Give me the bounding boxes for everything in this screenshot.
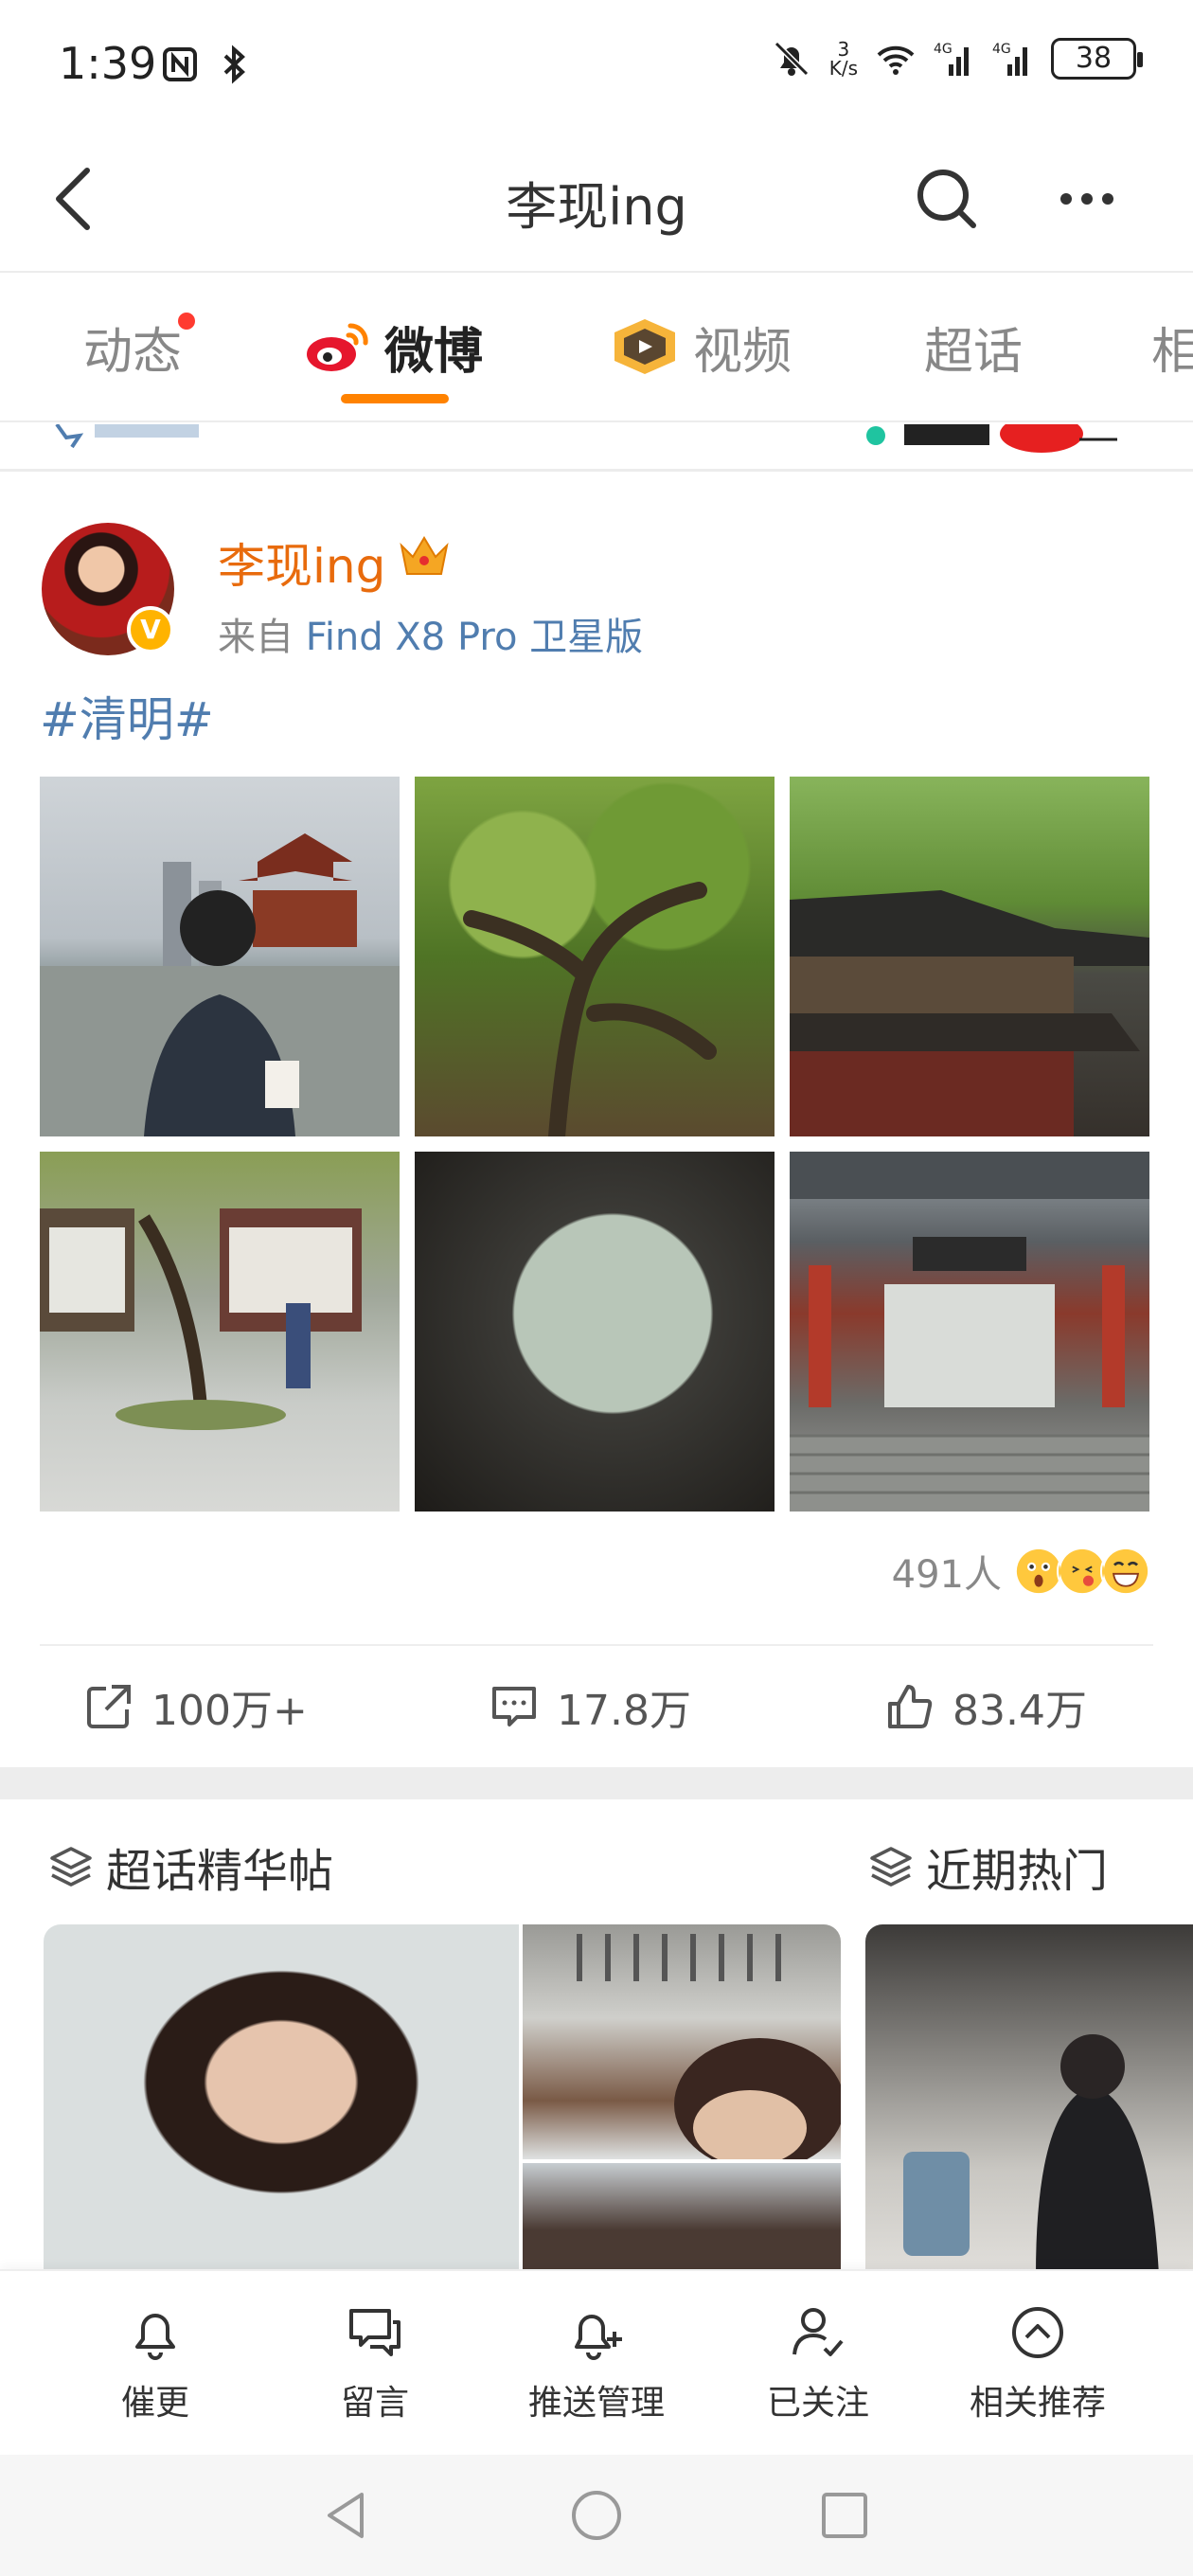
section-separator	[0, 1767, 1193, 1799]
bluetooth-icon	[223, 45, 245, 84]
svg-text:4G: 4G	[992, 42, 1011, 57]
top-nav-bar: 李现ing	[0, 133, 1193, 273]
tab-video[interactable]: 视频	[610, 309, 792, 385]
wifi-icon	[877, 45, 915, 75]
photo-4[interactable]	[40, 1152, 400, 1512]
recent-hot-image-1-scene	[903, 2034, 1159, 2275]
video-badge-icon	[614, 319, 675, 374]
system-navigation-bar	[0, 2455, 1193, 2576]
device-link[interactable]: Find X8 Pro 卫星版	[306, 616, 643, 659]
more-options-icon[interactable]	[1049, 161, 1125, 237]
verified-badge: V	[127, 606, 174, 653]
urge-update-button[interactable]: 催更	[61, 2301, 250, 2424]
post-source: 来自 Find X8 Pro 卫星版	[218, 616, 644, 659]
photo-1-scene	[40, 833, 400, 1136]
signal-4g-icon-2: 4G	[992, 42, 1027, 76]
nav-recents-icon[interactable]	[816, 2487, 873, 2544]
photo-5[interactable]	[415, 1152, 775, 1512]
photo-1[interactable]	[40, 777, 400, 1136]
super-topic-image-1[interactable]	[44, 1924, 519, 2275]
recent-hot-image-1[interactable]	[865, 1924, 1193, 2275]
nfc-icon	[163, 47, 197, 81]
photo-3[interactable]	[790, 777, 1149, 1136]
page-title: 李现ing	[506, 177, 687, 237]
tab-related[interactable]: 相	[1151, 309, 1193, 385]
topic-hashtag[interactable]: #清明#	[40, 682, 214, 750]
bell-plus-icon	[575, 2315, 622, 2360]
nav-home-icon[interactable]	[568, 2487, 625, 2544]
share-icon	[87, 1685, 131, 1728]
search-icon[interactable]	[909, 161, 985, 237]
leave-message-button[interactable]: 留言	[280, 2301, 470, 2424]
related-recommend-button[interactable]: 相关推荐	[943, 2301, 1132, 2424]
photo-6[interactable]	[790, 1152, 1149, 1512]
mute-bell-icon	[774, 41, 809, 77]
grin-emoji-icon	[1100, 1546, 1151, 1597]
super-topic-image-2-scene	[577, 1934, 841, 2159]
repost-button[interactable]: 100万+	[83, 1676, 308, 1737]
layers-icon	[50, 1847, 92, 1887]
reaction-count: 491人	[891, 1553, 1002, 1597]
photo-2[interactable]	[415, 777, 775, 1136]
divider	[40, 1644, 1153, 1646]
tab-super-topic[interactable]: 超话	[924, 309, 1023, 385]
crown-icon	[400, 536, 449, 575]
tab-dynamics[interactable]: 动态	[83, 309, 196, 385]
comment-button[interactable]: 17.8万	[489, 1676, 691, 1737]
unread-dot	[178, 313, 196, 330]
bell-icon	[135, 2314, 175, 2360]
super-topic-header[interactable]: 超话精华帖	[47, 1834, 333, 1900]
message-icon	[349, 2309, 401, 2356]
nav-back-icon[interactable]	[318, 2487, 375, 2544]
partial-banner	[0, 424, 1193, 472]
svg-text:4G: 4G	[934, 42, 953, 57]
signal-4g-icon: 4G	[934, 42, 969, 76]
battery-indicator: 38	[1051, 38, 1143, 80]
user-check-icon	[792, 2308, 844, 2356]
photo-4-scene	[40, 1208, 362, 1430]
photo-3-scene	[790, 890, 1149, 1136]
photo-2-scene	[463, 882, 717, 1136]
weibo-post: V 李现ing 来自 Find X8 Pro 卫星版 #清明# 491人 100…	[0, 474, 1193, 1762]
reactions-summary[interactable]: 491人	[892, 1544, 1151, 1599]
circle-up-icon	[1012, 2307, 1063, 2358]
active-tab-indicator	[341, 394, 449, 403]
network-speed: 3 K/s	[828, 38, 858, 80]
photo-6-scene	[790, 1152, 1149, 1512]
status-time: 1:39	[59, 38, 157, 89]
partial-banner-graphic	[55, 424, 1117, 453]
status-bar: 1:39 3 K/s 4G 4G 38	[0, 0, 1193, 133]
comment-icon	[492, 1687, 536, 1726]
tab-weibo[interactable]: 微博	[303, 309, 483, 385]
photo-grid	[40, 777, 1149, 1512]
thumbs-up-icon	[888, 1685, 933, 1728]
super-topic-image-3[interactable]	[523, 2163, 841, 2275]
like-button[interactable]: 83.4万	[884, 1676, 1087, 1737]
bottom-toolbar: 催更 留言 推送管理 已关注 相关推荐	[0, 2269, 1193, 2455]
super-topic-image-2[interactable]	[523, 1924, 841, 2159]
push-management-button[interactable]: 推送管理	[502, 2301, 691, 2424]
profile-tabs: 动态 微博 视频 超话 相	[0, 275, 1193, 422]
layers-icon	[870, 1847, 912, 1887]
recent-hot-header[interactable]: 近期热门	[867, 1834, 1108, 1900]
weibo-logo-icon	[307, 323, 368, 371]
following-button[interactable]: 已关注	[723, 2301, 913, 2424]
author-name[interactable]: 李现ing	[218, 528, 385, 597]
